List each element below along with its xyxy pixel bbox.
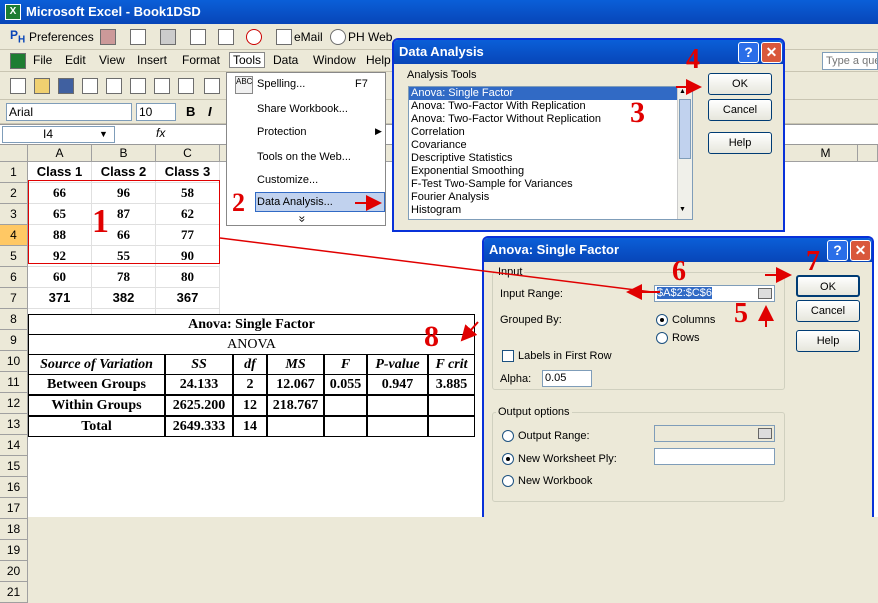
annotation-arrows	[219, 79, 792, 342]
row-header[interactable]: 18	[0, 519, 28, 540]
annotation-2: 2	[232, 188, 245, 217]
annotation-7: 7	[806, 246, 820, 277]
arrow-output	[460, 321, 479, 342]
annotation-1: 1	[92, 203, 109, 240]
row-header[interactable]: 19	[0, 540, 28, 561]
row-header[interactable]: 21	[0, 582, 28, 603]
annotation-5: 5	[734, 298, 748, 329]
range-link-line	[219, 237, 653, 293]
annotation-3: 3	[630, 96, 645, 129]
annotation-4: 4	[686, 44, 700, 75]
annotation-8: 8	[424, 320, 439, 353]
annotation-6: 6	[672, 256, 686, 287]
row-header[interactable]: 20	[0, 561, 28, 582]
